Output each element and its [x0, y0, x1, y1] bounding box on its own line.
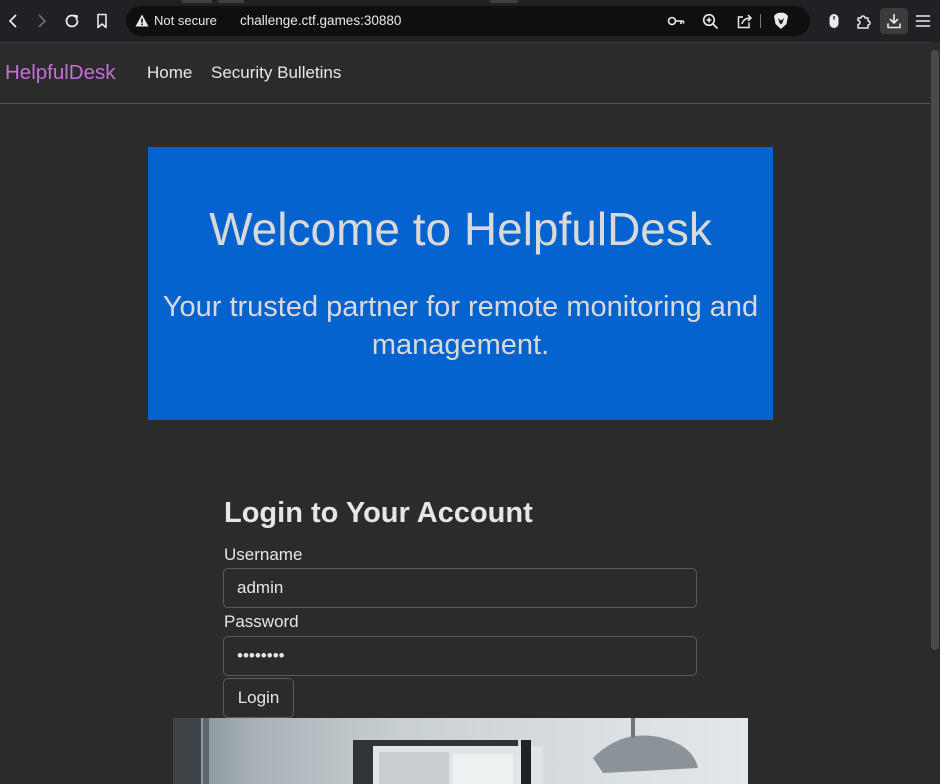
- share-icon: [737, 13, 752, 28]
- security-indicator[interactable]: Not secure: [154, 13, 217, 28]
- forward-icon: [38, 14, 46, 28]
- zoom-button[interactable]: [700, 11, 720, 31]
- extension-button[interactable]: [823, 10, 845, 32]
- share-button[interactable]: [734, 11, 754, 31]
- zoom-icon: [702, 13, 718, 29]
- extensions-button[interactable]: [853, 10, 875, 32]
- scrollbar-track[interactable]: [930, 42, 940, 784]
- forward-button[interactable]: [29, 8, 55, 34]
- tab-edge: [218, 0, 244, 3]
- hero-subtitle: Your trusted partner for remote monitori…: [162, 291, 759, 361]
- menu-button[interactable]: [912, 10, 934, 32]
- login-heading: Login to Your Account: [224, 497, 533, 529]
- mouse-icon: [829, 14, 839, 28]
- back-icon: [9, 14, 17, 28]
- tab-edge: [182, 0, 212, 3]
- site-navbar: HelpfulDesk Home Security Bulletins: [0, 43, 930, 104]
- office-photo: [173, 718, 748, 784]
- hero-title: Welcome to HelpfulDesk: [209, 203, 712, 255]
- extensions-icon: [857, 15, 871, 29]
- hero-banner: Welcome to HelpfulDesk Your trusted part…: [148, 147, 773, 420]
- password-label: Password: [224, 612, 299, 631]
- downloads-button[interactable]: [883, 10, 905, 32]
- menu-icon: [915, 15, 931, 27]
- url-text[interactable]: challenge.ctf.games:30880: [240, 13, 401, 28]
- tab-edge: [490, 0, 518, 3]
- reload-icon: [65, 14, 79, 28]
- password-input[interactable]: [223, 636, 697, 676]
- office-photo-graphic: [173, 718, 698, 784]
- download-icon: [887, 13, 901, 29]
- nav-home-link[interactable]: Home: [147, 63, 192, 83]
- divider: [760, 14, 761, 28]
- brand-logo[interactable]: HelpfulDesk: [5, 61, 116, 85]
- scrollbar-thumb[interactable]: [931, 50, 939, 650]
- bookmark-icon: [97, 13, 107, 29]
- password-key-button[interactable]: [666, 11, 686, 31]
- warning-icon: [135, 14, 149, 27]
- nav-security-bulletins-link[interactable]: Security Bulletins: [211, 63, 341, 83]
- back-button[interactable]: [0, 8, 26, 34]
- browser-toolbar: Not secure challenge.ctf.games:30880: [0, 0, 940, 43]
- login-button[interactable]: Login: [223, 678, 294, 718]
- reload-button[interactable]: [59, 8, 85, 34]
- brave-shield-icon: [774, 12, 788, 30]
- username-label: Username: [224, 545, 303, 564]
- username-input[interactable]: [223, 568, 697, 608]
- address-bar[interactable]: Not secure challenge.ctf.games:30880: [126, 6, 810, 36]
- bookmark-button[interactable]: [89, 8, 115, 34]
- brave-shields-button[interactable]: [771, 11, 791, 31]
- key-icon: [667, 16, 685, 26]
